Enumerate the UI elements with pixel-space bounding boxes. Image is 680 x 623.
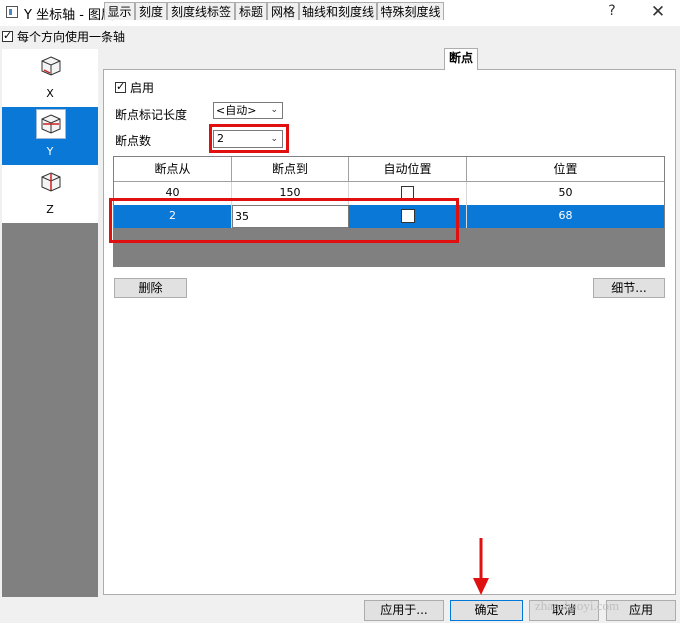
cell-position[interactable]: 68 bbox=[467, 205, 664, 228]
column-header[interactable]: 自动位置 bbox=[349, 157, 467, 182]
tab-axis-lines[interactable]: 轴线和刻度线 bbox=[299, 2, 377, 20]
break-count-label: 断点数 bbox=[115, 134, 152, 148]
enable-checkbox[interactable] bbox=[115, 80, 126, 93]
marker-length-value: <自动> bbox=[216, 104, 257, 117]
axis-z-label: Z bbox=[46, 203, 54, 216]
axis-item-x[interactable]: X bbox=[2, 49, 98, 107]
highlight-box bbox=[209, 124, 289, 153]
column-header[interactable]: 断点从 bbox=[114, 157, 232, 182]
close-icon[interactable]: ✕ bbox=[646, 3, 670, 23]
detail-button[interactable]: 细节... bbox=[593, 278, 665, 298]
tab-title[interactable]: 标题 bbox=[235, 2, 267, 20]
watermark: zhanshaoyi.com bbox=[535, 598, 620, 613]
tab-display[interactable]: 显示 bbox=[104, 2, 135, 20]
highlight-box bbox=[109, 198, 459, 243]
tab-scale[interactable]: 刻度 bbox=[135, 2, 167, 20]
axis-item-z[interactable]: Z bbox=[2, 165, 98, 223]
delete-button[interactable]: 删除 bbox=[114, 278, 187, 298]
marker-length-select[interactable]: <自动> ⌄ bbox=[213, 102, 283, 119]
axis-y-icon bbox=[36, 109, 66, 139]
marker-length-label: 断点标记长度 bbox=[115, 108, 188, 122]
arrow-down-icon bbox=[473, 538, 489, 595]
help-button[interactable]: ? bbox=[600, 3, 624, 23]
single-axis-label: 每个方向使用一条轴 bbox=[17, 30, 126, 44]
single-axis-checkbox[interactable] bbox=[2, 29, 13, 42]
axis-x-icon bbox=[40, 55, 62, 77]
axis-y-label: Y bbox=[46, 145, 54, 158]
apply-to-button[interactable]: 应用于... bbox=[364, 600, 444, 621]
window-icon bbox=[6, 6, 18, 18]
column-header[interactable]: 断点到 bbox=[232, 157, 349, 182]
ok-button[interactable]: 确定 bbox=[450, 600, 523, 621]
tab-special-ticks[interactable]: 特殊刻度线 bbox=[377, 2, 444, 20]
axis-z-icon bbox=[40, 171, 62, 193]
column-header[interactable]: 位置 bbox=[467, 157, 664, 182]
enable-label: 启用 bbox=[130, 81, 155, 95]
tab-breaks[interactable]: 断点 bbox=[444, 48, 478, 70]
axis-item-y[interactable]: Y bbox=[2, 107, 98, 165]
tab-grid[interactable]: 网格 bbox=[267, 2, 299, 20]
chevron-down-icon: ⌄ bbox=[270, 105, 278, 115]
tab-content bbox=[103, 69, 676, 595]
axis-x-label: X bbox=[46, 87, 54, 100]
cell-position[interactable]: 50 bbox=[467, 182, 664, 205]
tab-tick-labels[interactable]: 刻度线标签 bbox=[167, 2, 235, 20]
axis-list: X Y Z bbox=[2, 49, 98, 597]
